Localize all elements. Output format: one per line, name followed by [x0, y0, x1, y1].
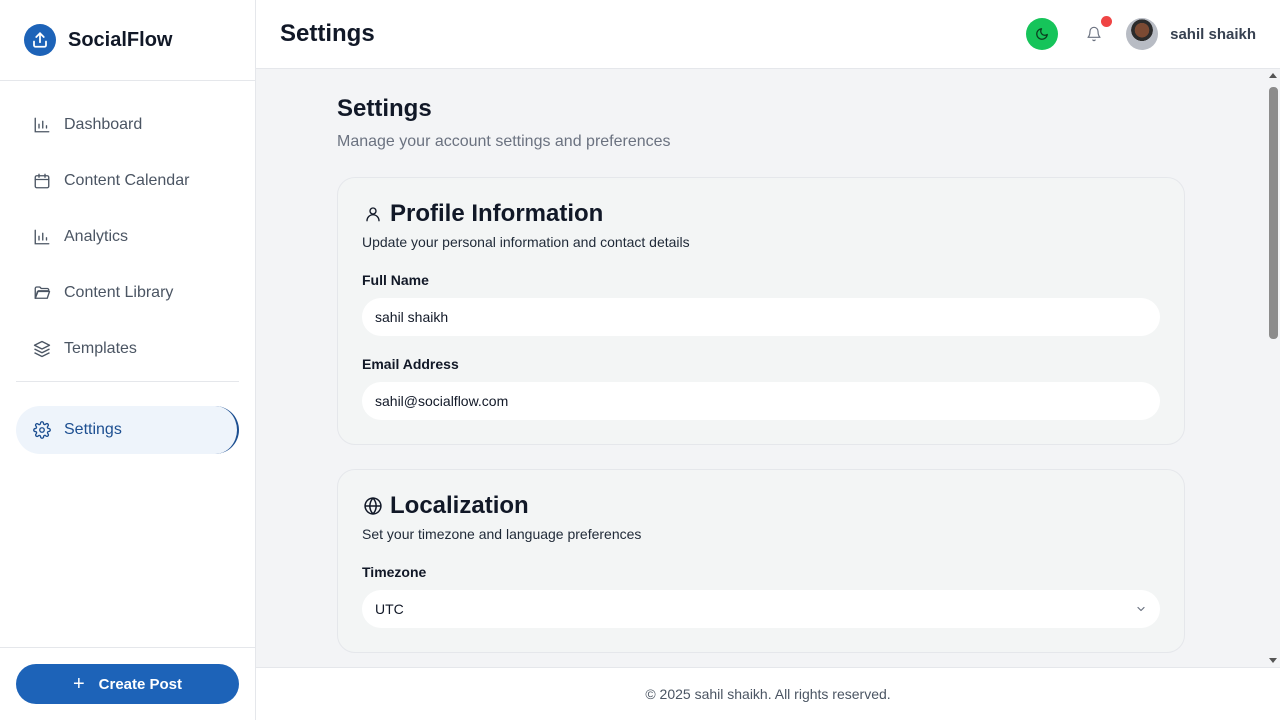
email-label: Email Address: [362, 356, 459, 372]
email-field[interactable]: sahil@socialflow.com: [362, 382, 1160, 420]
card-title: Localization: [362, 492, 1160, 520]
plus-icon: +: [72, 673, 85, 695]
sidebar-item-label: Templates: [64, 340, 137, 357]
full-name-input[interactable]: sahil shaikh: [362, 298, 1160, 336]
sidebar-item-label: Settings: [64, 421, 122, 438]
moon-icon: [1036, 28, 1049, 40]
layers-icon: [32, 339, 52, 359]
sidebar-item-content-calendar[interactable]: Content Calendar: [16, 157, 239, 205]
sidebar-nav: Dashboard Content Calendar Analytics Con…: [0, 81, 255, 454]
sidebar-item-templates[interactable]: Templates: [16, 325, 239, 373]
brand-name: SocialFlow: [68, 28, 173, 51]
brand[interactable]: SocialFlow: [0, 0, 255, 81]
theme-toggle-button[interactable]: [1026, 18, 1059, 50]
calendar-icon: [32, 171, 52, 191]
scroll-up-arrow[interactable]: [1269, 73, 1277, 78]
upload-icon: [24, 24, 56, 56]
profile-card-description: Update your personal information and con…: [362, 234, 690, 250]
folder-icon: [32, 283, 52, 303]
bell-icon: [1087, 26, 1101, 42]
sidebar-item-label: Analytics: [64, 228, 129, 245]
sidebar-item-label: Content Library: [64, 284, 174, 301]
sidebar-item-settings[interactable]: Settings: [16, 406, 239, 454]
localization-card-title: Localization: [390, 492, 529, 519]
localization-card: Localization Set your timezone and langu…: [337, 469, 1185, 653]
sidebar-item-analytics[interactable]: Analytics: [16, 213, 239, 261]
scroll-thumb[interactable]: [1269, 87, 1278, 339]
user-name[interactable]: sahil shaikh: [1170, 26, 1256, 43]
sidebar-item-label: Content Calendar: [64, 172, 190, 189]
notification-badge: [1101, 16, 1113, 27]
top-header: Settings sahil shaikh: [256, 0, 1280, 69]
full-name-value: sahil shaikh: [375, 309, 449, 325]
timezone-select[interactable]: UTC: [362, 590, 1160, 628]
sidebar-item-label: Dashboard: [64, 116, 143, 133]
timezone-label: Timezone: [362, 564, 427, 580]
sidebar-divider: [16, 381, 239, 382]
page-title: Settings: [337, 95, 432, 122]
page-subtitle: Manage your account settings and prefere…: [337, 133, 671, 150]
profile-card-title: Profile Information: [390, 200, 604, 227]
copyright-text: © 2025 sahil shaikh. All rights reserved…: [645, 686, 891, 702]
full-name-label: Full Name: [362, 272, 429, 288]
create-post-label: Create Post: [98, 675, 183, 693]
chevron-down-icon: [1137, 606, 1145, 612]
localization-card-description: Set your timezone and language preferenc…: [362, 526, 642, 542]
bar-chart-icon: [32, 227, 52, 247]
footer: © 2025 sahil shaikh. All rights reserved…: [256, 667, 1280, 720]
settings-content: Settings Manage your account settings an…: [337, 69, 1185, 653]
gear-icon: [32, 420, 52, 440]
bar-chart-icon: [32, 115, 52, 135]
email-value: sahil@socialflow.com: [375, 393, 509, 409]
header-title: Settings: [280, 20, 375, 47]
scrollbar[interactable]: [1266, 69, 1280, 667]
user-icon: [362, 203, 384, 225]
sidebar-item-dashboard[interactable]: Dashboard: [16, 101, 239, 149]
sidebar-item-content-library[interactable]: Content Library: [16, 269, 239, 317]
avatar[interactable]: [1126, 18, 1159, 50]
card-title: Profile Information: [362, 200, 1160, 228]
main-content: Settings Manage your account settings an…: [256, 69, 1266, 667]
globe-icon: [362, 495, 384, 517]
profile-information-card: Profile Information Update your personal…: [337, 177, 1185, 445]
sidebar-footer: + Create Post: [0, 647, 255, 720]
create-post-button[interactable]: + Create Post: [16, 664, 239, 704]
timezone-value: UTC: [375, 601, 404, 617]
notifications-button[interactable]: [1082, 16, 1113, 46]
sidebar: SocialFlow Dashboard Content Calendar An…: [0, 0, 256, 720]
scroll-down-arrow[interactable]: [1269, 658, 1277, 663]
header-actions: sahil shaikh: [1026, 16, 1256, 50]
